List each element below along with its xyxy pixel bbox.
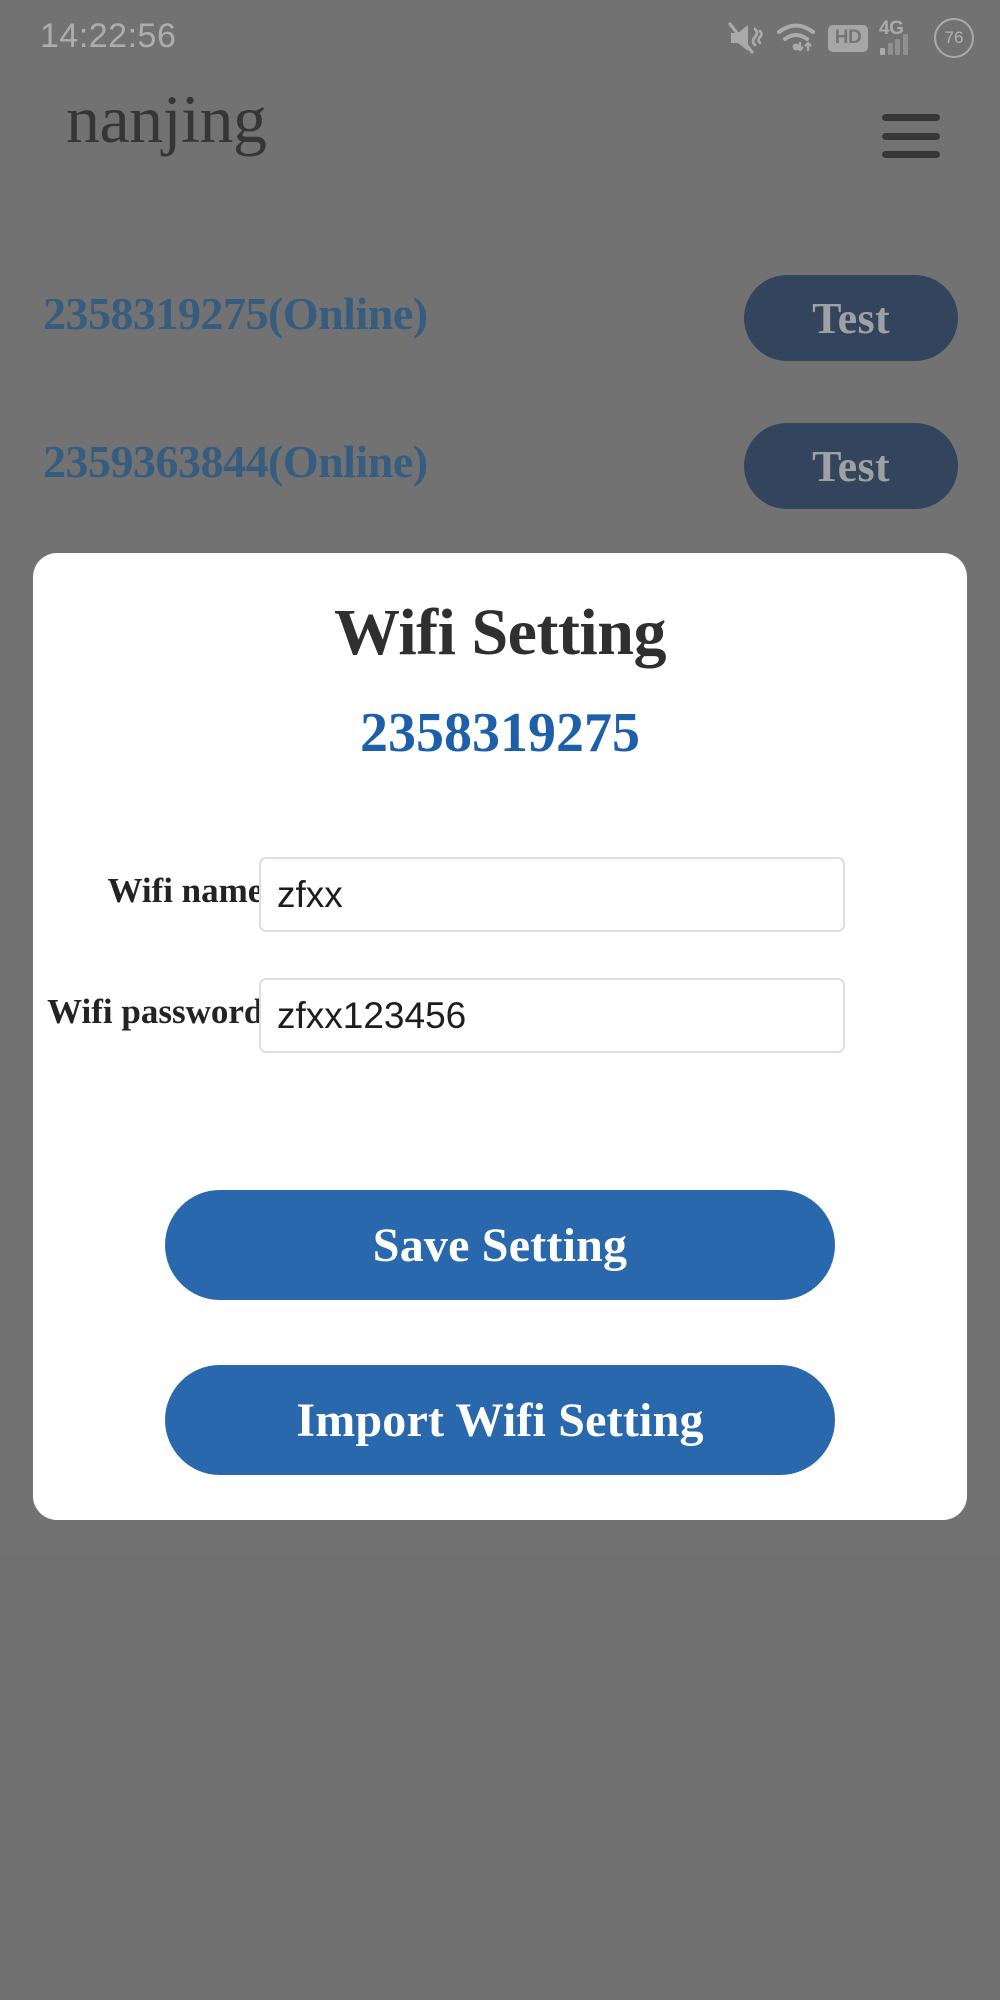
wifi-setting-dialog: Wifi Setting 2358319275 Wifi name: Wifi … (33, 553, 967, 1520)
wifi-password-field-row: Wifi password: (33, 978, 967, 1056)
dialog-device-id: 2358319275 (360, 702, 640, 764)
dialog-title: Wifi Setting (334, 596, 666, 669)
wifi-password-label: Wifi password: (47, 992, 275, 1031)
wifi-name-input[interactable] (259, 857, 845, 932)
wifi-name-field-row: Wifi name: (33, 857, 967, 935)
save-setting-button[interactable]: Save Setting (165, 1190, 835, 1300)
wifi-name-label: Wifi name: (107, 871, 275, 910)
wifi-password-input[interactable] (259, 978, 845, 1053)
import-wifi-setting-button[interactable]: Import Wifi Setting (165, 1365, 835, 1475)
phone-screen: 14:22:56 HD 4G 76 nanjing 2358319275(Onl… (0, 0, 1000, 2000)
